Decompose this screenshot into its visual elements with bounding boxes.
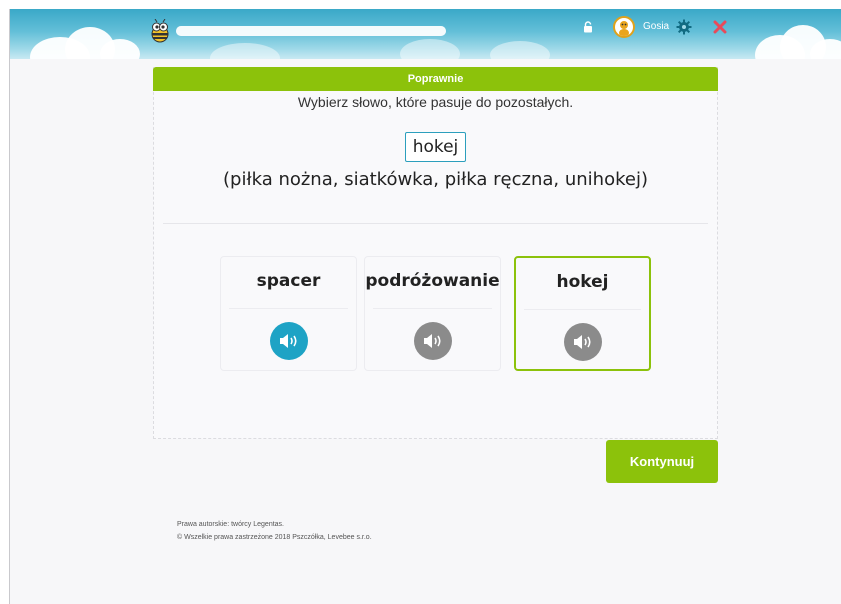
cloud-decoration: [400, 39, 460, 59]
speaker-icon[interactable]: [563, 323, 602, 361]
continue-button[interactable]: Kontynuuj: [606, 440, 718, 483]
status-label: Poprawnie: [407, 73, 464, 85]
lock-icon[interactable]: [583, 21, 593, 33]
option-card-podrozowanie[interactable]: podróżowanie: [364, 256, 501, 371]
close-icon[interactable]: [713, 20, 727, 34]
header-bar: Gosia: [10, 9, 841, 59]
option-card-spacer[interactable]: spacer: [220, 256, 357, 371]
option-word: podróżowanie: [365, 271, 500, 291]
footer: Prawa autorskie: twórcy Legentas. © Wsze…: [177, 518, 372, 544]
copyright-line: Prawa autorskie: twórcy Legentas.: [177, 521, 284, 528]
option-divider: [524, 309, 641, 310]
option-word: hokej: [556, 272, 609, 292]
answer-box: hokej: [405, 132, 466, 162]
hint-text: (piłka nożna, siatkówka, piłka ręczna, u…: [223, 169, 648, 190]
status-bar: Poprawnie: [153, 67, 718, 91]
progress-bar: [176, 26, 446, 36]
option-divider: [229, 308, 348, 309]
progress-fill: [176, 26, 446, 36]
cloud-decoration: [210, 43, 280, 59]
cloud-decoration: [490, 41, 550, 59]
username[interactable]: Gosia: [643, 21, 669, 32]
speaker-icon[interactable]: [269, 322, 308, 360]
option-word: spacer: [256, 271, 321, 291]
gear-icon[interactable]: [676, 19, 692, 35]
cloud-decoration: [100, 39, 140, 59]
bee-logo-icon[interactable]: [149, 19, 171, 43]
app-frame: Gosia Poprawnie Wybierz słowo, które pas…: [9, 9, 841, 604]
avatar[interactable]: [613, 16, 635, 38]
option-divider: [373, 308, 492, 309]
copyright-line: © Wszelkie prawa zastrzeżone 2018 Pszczó…: [177, 534, 372, 541]
exercise-card: [153, 67, 718, 439]
option-card-hokej[interactable]: hokej: [514, 256, 651, 371]
instruction-text: Wybierz słowo, które pasuje do pozostały…: [297, 94, 574, 110]
divider: [163, 223, 708, 224]
speaker-icon[interactable]: [413, 322, 452, 360]
